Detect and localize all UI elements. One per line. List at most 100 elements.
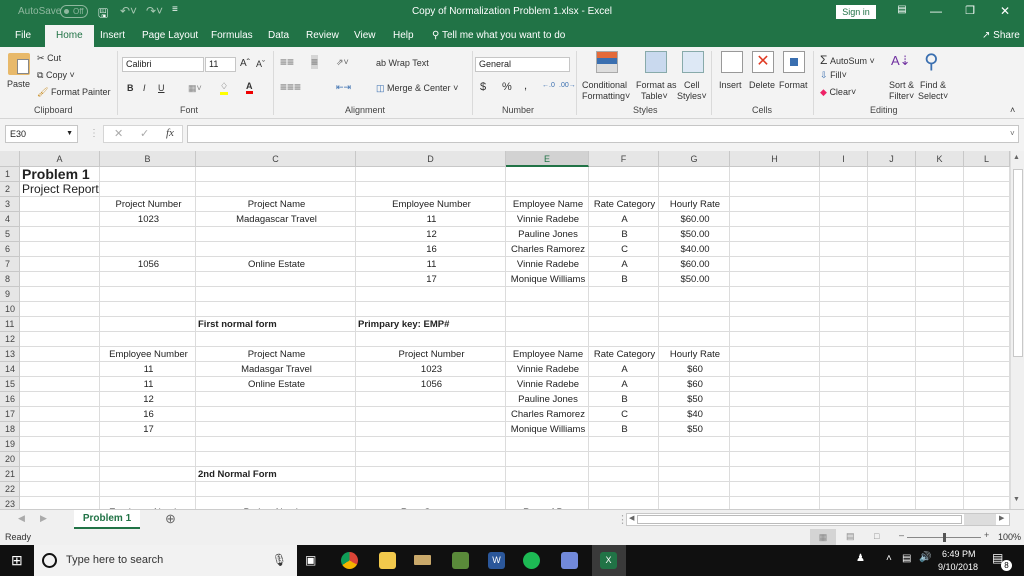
cell-F5[interactable]: B: [591, 227, 658, 242]
row-header-18[interactable]: 18: [0, 422, 20, 437]
find-select-icon[interactable]: ⚲: [924, 49, 939, 74]
column-header-F[interactable]: F: [589, 151, 659, 167]
row-header-15[interactable]: 15: [0, 377, 20, 392]
cell-F16[interactable]: B: [591, 392, 658, 407]
decrease-font-icon[interactable]: Aˇ: [256, 59, 265, 69]
cell-A2[interactable]: Project Report: [22, 182, 142, 197]
scroll-right-icon[interactable]: ▶: [999, 514, 1004, 522]
people-icon[interactable]: ♟: [856, 553, 865, 564]
cell-G5[interactable]: $50.00: [661, 227, 729, 242]
cell-B14[interactable]: 11: [102, 362, 195, 377]
row-header-16[interactable]: 16: [0, 392, 20, 407]
horizontal-scrollbar[interactable]: ◀ ▶: [626, 513, 1010, 526]
cell-B3[interactable]: Project Number: [102, 197, 195, 212]
row-header-12[interactable]: 12: [0, 332, 20, 347]
cell-E16[interactable]: Pauline Jones: [508, 392, 588, 407]
cell-D6[interactable]: 16: [358, 242, 505, 257]
cell-F18[interactable]: B: [591, 422, 658, 437]
select-all-corner[interactable]: [0, 151, 20, 167]
sign-in-button[interactable]: Sign in: [836, 5, 876, 19]
cell-D14[interactable]: 1023: [358, 362, 505, 377]
row-header-21[interactable]: 21: [0, 467, 20, 482]
vertical-scrollbar[interactable]: ▲ ▼: [1010, 151, 1024, 509]
show-hidden-icons[interactable]: ˄: [886, 553, 892, 564]
row-header-19[interactable]: 19: [0, 437, 20, 452]
cell-B13[interactable]: Employee Number: [102, 347, 195, 362]
bold-button[interactable]: B: [127, 83, 134, 93]
cancel-icon[interactable]: ✕: [114, 127, 123, 140]
cell-D11[interactable]: Primpary key: EMP#: [358, 317, 558, 332]
cell-A1[interactable]: Problem 1: [22, 167, 142, 182]
cell-E17[interactable]: Charles Ramorez: [508, 407, 588, 422]
cell-E7[interactable]: Vinnie Radebe: [508, 257, 588, 272]
cell-G13[interactable]: Hourly Rate: [661, 347, 729, 362]
cell-B17[interactable]: 16: [102, 407, 195, 422]
tab-view[interactable]: View: [348, 25, 382, 47]
cell-F3[interactable]: Rate Category: [591, 197, 658, 212]
row-header-13[interactable]: 13: [0, 347, 20, 362]
cell-F4[interactable]: A: [591, 212, 658, 227]
decrease-decimal-icon[interactable]: .00→: [559, 82, 576, 89]
copy-button[interactable]: ⧉ Copy ˅: [37, 70, 75, 81]
format-as-table-icon[interactable]: [645, 51, 667, 73]
tab-page-layout[interactable]: Page Layout: [136, 25, 204, 47]
cell-C21[interactable]: 2nd Normal Form: [198, 467, 398, 482]
cell-G6[interactable]: $40.00: [661, 242, 729, 257]
row-header-11[interactable]: 11: [0, 317, 20, 332]
clock-time[interactable]: 6:49 PM: [942, 549, 976, 559]
excel-taskbar-button[interactable]: X: [592, 545, 626, 576]
formula-input[interactable]: [187, 125, 1019, 143]
cell-G14[interactable]: $60: [661, 362, 729, 377]
cell-D4[interactable]: 11: [358, 212, 505, 227]
row-header-20[interactable]: 20: [0, 452, 20, 467]
cell-F7[interactable]: A: [591, 257, 658, 272]
cell-G16[interactable]: $50: [661, 392, 729, 407]
cell-E8[interactable]: Monique Williams: [508, 272, 588, 287]
page-break-view-icon[interactable]: □: [874, 531, 879, 541]
cell-C13[interactable]: Project Name: [198, 347, 355, 362]
column-header-A[interactable]: A: [20, 151, 100, 167]
task-view-icon[interactable]: ▣: [305, 553, 316, 567]
tab-help[interactable]: Help: [387, 25, 420, 47]
font-color-icon[interactable]: A: [246, 81, 253, 94]
cell-C15[interactable]: Online Estate: [198, 377, 355, 392]
column-header-J[interactable]: J: [868, 151, 916, 167]
next-sheet-icon[interactable]: ▶: [40, 513, 47, 524]
italic-button[interactable]: I: [143, 83, 146, 93]
borders-icon[interactable]: ▦˅: [188, 83, 202, 94]
enter-icon[interactable]: ✓: [140, 127, 149, 140]
row-header-3[interactable]: 3: [0, 197, 20, 212]
cell-E4[interactable]: Vinnie Radebe: [508, 212, 588, 227]
file-explorer-icon[interactable]: [379, 552, 396, 569]
tab-home[interactable]: Home: [45, 25, 94, 47]
row-header-10[interactable]: 10: [0, 302, 20, 317]
cell-E5[interactable]: Pauline Jones: [508, 227, 588, 242]
increase-font-icon[interactable]: Aˆ: [240, 58, 250, 69]
chrome-icon[interactable]: [341, 552, 358, 569]
tab-data[interactable]: Data: [262, 25, 295, 47]
column-header-K[interactable]: K: [916, 151, 964, 167]
network-icon[interactable]: ▤: [902, 553, 911, 564]
delete-cells-icon[interactable]: ✕: [752, 51, 774, 73]
normal-view-icon[interactable]: ▦: [810, 529, 836, 545]
word-icon[interactable]: W: [488, 552, 505, 569]
prev-sheet-icon[interactable]: ◀: [18, 513, 25, 524]
currency-button[interactable]: $: [480, 81, 486, 93]
expand-formula-bar-icon[interactable]: ˅: [1010, 129, 1015, 138]
tab-formulas[interactable]: Formulas: [205, 25, 259, 47]
scroll-up-icon[interactable]: ▲: [1013, 154, 1020, 161]
spreadsheet-grid[interactable]: A B C D E F G H I J K L 1 2 3 4 5 6 7 8 9 10 11 12 13 14 15 16 17 18 1…: [0, 151, 1010, 509]
column-header-D[interactable]: D: [356, 151, 506, 167]
find-select-button[interactable]: Find &: [920, 80, 946, 90]
underline-button[interactable]: U: [158, 83, 165, 93]
autosum-button[interactable]: Σ AutoSum ˅: [820, 53, 875, 67]
name-box[interactable]: E30 ▼: [5, 125, 78, 143]
cell-D13[interactable]: Project Number: [358, 347, 505, 362]
cell-G7[interactable]: $60.00: [661, 257, 729, 272]
sort-filter-icon[interactable]: A⇣: [891, 53, 911, 69]
align-top-icon[interactable]: ≡≡: [280, 55, 294, 69]
scroll-thumb[interactable]: [1013, 169, 1023, 357]
minecraft-icon[interactable]: [452, 552, 469, 569]
cell-C4[interactable]: Madagascar Travel: [198, 212, 355, 227]
fill-color-icon[interactable]: ♢: [220, 81, 229, 95]
